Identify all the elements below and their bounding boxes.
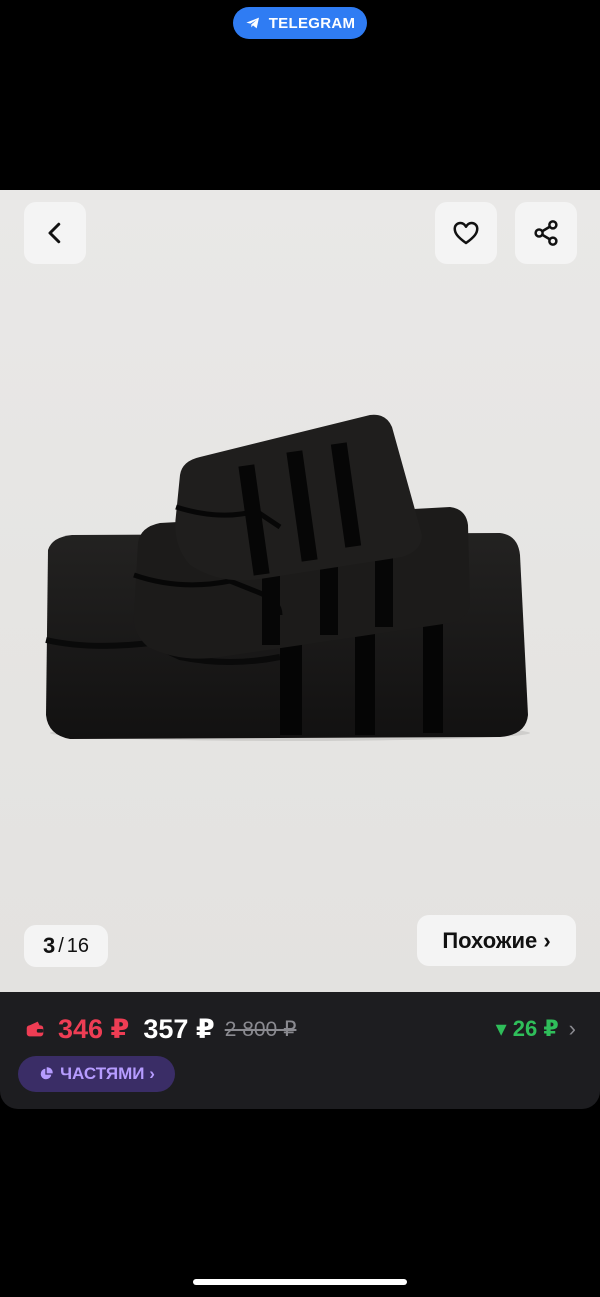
- telegram-icon: [246, 17, 259, 29]
- product-image: [45, 414, 530, 741]
- telegram-badge-label: TELEGRAM: [268, 14, 356, 32]
- price-drop[interactable]: ▾ 26 ₽ ›: [496, 1016, 576, 1042]
- favorite-button[interactable]: [435, 202, 497, 264]
- card-price: 346 ₽: [58, 1013, 130, 1044]
- price: 357 ₽: [143, 1013, 215, 1044]
- back-button[interactable]: [24, 202, 86, 264]
- home-indicator: [193, 1279, 407, 1285]
- heart-icon: [453, 221, 479, 245]
- image-counter: 3 / 16: [24, 925, 108, 967]
- pie-chart-icon: [40, 1067, 53, 1080]
- price-drop-value: ▾ 26 ₽: [495, 1016, 559, 1041]
- installments-button[interactable]: ЧАСТЯМИ ›: [18, 1056, 175, 1092]
- product-gallery[interactable]: 3 / 16 Похожие ›: [0, 190, 600, 996]
- wallet-icon: [26, 1021, 44, 1037]
- image-counter-total: 16: [66, 934, 90, 957]
- similar-button[interactable]: Похожие ›: [417, 915, 576, 966]
- chevron-left-icon: [48, 222, 61, 244]
- old-price: 2 800 ₽: [224, 1017, 297, 1041]
- price-panel: 346 ₽ 357 ₽ 2 800 ₽ ▾ 26 ₽ › ЧАСТЯМИ ›: [0, 992, 600, 1109]
- image-counter-separator: /: [58, 934, 64, 957]
- installments-label: ЧАСТЯМИ ›: [60, 1064, 155, 1083]
- image-counter-current: 3: [42, 933, 56, 958]
- telegram-badge[interactable]: TELEGRAM: [233, 7, 367, 39]
- chevron-right-icon: ›: [568, 1016, 576, 1041]
- price-row[interactable]: 346 ₽ 357 ₽ 2 800 ₽ ▾ 26 ₽ ›: [24, 1012, 576, 1046]
- share-icon: [534, 220, 558, 246]
- share-button[interactable]: [515, 202, 577, 264]
